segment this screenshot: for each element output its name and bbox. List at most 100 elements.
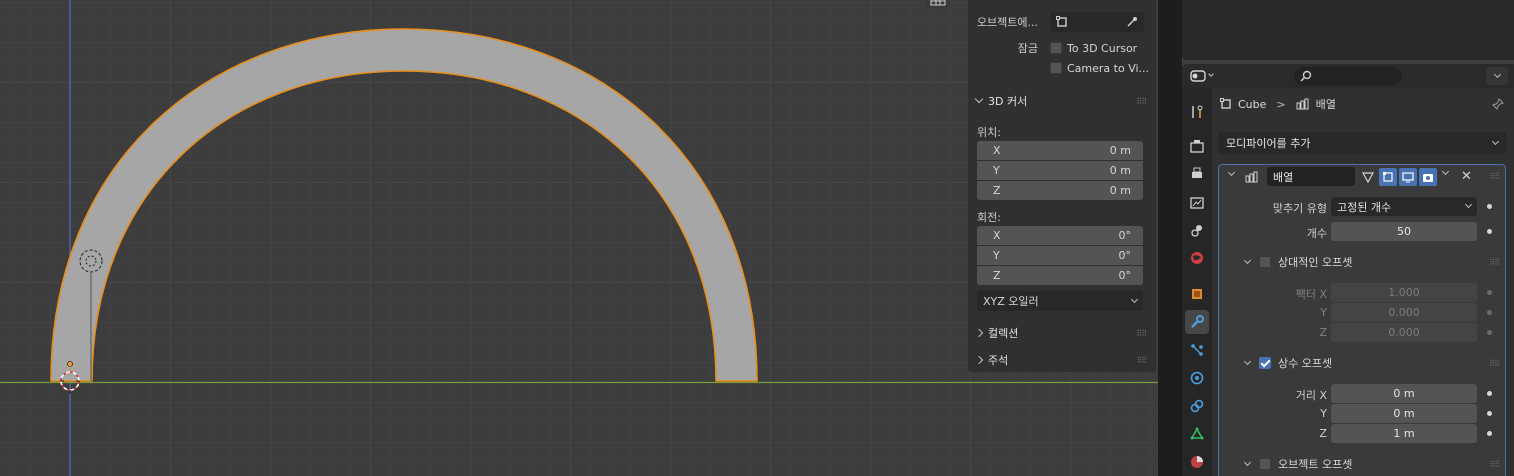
constant-offset-checkbox[interactable] <box>1259 357 1271 369</box>
drag-grip-icon[interactable]: ⠿⠿ <box>1136 97 1147 106</box>
search-field[interactable] <box>1294 67 1402 85</box>
realtime-display-icon[interactable] <box>1399 168 1417 186</box>
camera-to-view-checkbox[interactable]: Camera to Vi... <box>1050 62 1149 75</box>
count-row: 개수 50 <box>1219 222 1505 242</box>
sidebar-n-panel: 오브젝트에... 잠금 To 3D Cursor Camera to Vi...… <box>968 0 1156 372</box>
data-icon[interactable] <box>1185 422 1209 446</box>
chevron-down-icon <box>974 94 984 104</box>
add-modifier-dropdown[interactable]: 모디파이어를 추가 <box>1218 132 1506 154</box>
keyframe-dot-icon[interactable] <box>1487 310 1492 315</box>
drag-grip-icon[interactable]: ⠿⠿ <box>1489 359 1500 368</box>
area-divider[interactable] <box>1158 0 1182 476</box>
rotation-x-field[interactable]: X 0° <box>977 226 1143 245</box>
render-icon[interactable] <box>1185 134 1209 158</box>
search-icon <box>1300 70 1312 82</box>
drag-grip-icon[interactable]: ⠿⠿ <box>1489 172 1500 181</box>
object-offset-subpanel-header[interactable]: 오브젝트 오프셋 ⠿⠿ <box>1219 453 1505 475</box>
render-camera-icon[interactable] <box>1419 168 1437 186</box>
factor-x-field[interactable]: 1.000 <box>1331 283 1477 302</box>
output-icon[interactable] <box>1185 162 1209 186</box>
factor-y-field[interactable]: 0.000 <box>1331 303 1477 322</box>
lock-label: 잠금 <box>1017 42 1038 55</box>
chevron-right-icon <box>974 328 984 338</box>
scene-icon[interactable] <box>1185 218 1209 242</box>
breadcrumb-object: Cube <box>1238 97 1267 111</box>
object-icon[interactable] <box>1185 282 1209 306</box>
options-dropdown-button[interactable] <box>1486 67 1508 85</box>
relative-offset-subpanel-header[interactable]: 상대적인 오프셋 ⠿⠿ <box>1219 251 1505 273</box>
remove-modifier-close-icon[interactable]: ✕ <box>1461 169 1472 184</box>
object-field[interactable] <box>1050 12 1144 32</box>
world-icon[interactable] <box>1185 246 1209 270</box>
material-icon[interactable] <box>1185 450 1209 474</box>
keyframe-dot-icon[interactable] <box>1487 411 1492 416</box>
distance-x-row: 거리 X 0 m <box>1219 384 1505 404</box>
rotation-z-field[interactable]: Z 0° <box>977 266 1143 285</box>
rotation-label: 회전: <box>977 211 1001 224</box>
location-x-field[interactable]: X0 m <box>977 141 1143 160</box>
particles-icon[interactable] <box>1185 338 1209 362</box>
location-z-field[interactable]: Z0 m <box>977 181 1143 200</box>
view-layer-icon[interactable] <box>1185 190 1209 214</box>
array-modifier-icon <box>1296 98 1309 110</box>
location-y-field[interactable]: Y0 m <box>977 161 1143 180</box>
chevron-down-icon <box>1130 295 1139 303</box>
eyedropper-icon[interactable] <box>1126 16 1138 28</box>
pin-icon[interactable] <box>1492 98 1504 113</box>
array-arch-mesh[interactable] <box>50 28 758 382</box>
factor-y-row: Y 0.000 <box>1219 303 1505 323</box>
drag-grip-icon[interactable]: ⠿⠿ <box>1136 356 1147 365</box>
modifier-header: 배열 ✕ ⠿⠿ <box>1219 165 1505 189</box>
factor-z-field[interactable]: 0.000 <box>1331 323 1477 342</box>
object-offset-checkbox[interactable] <box>1259 458 1271 470</box>
keyframe-dot-icon[interactable] <box>1487 290 1492 295</box>
cursor-rotation-vector: X 0° Y 0° Z 0° <box>977 226 1143 286</box>
properties-editor-icon <box>1190 70 1206 82</box>
distance-y-field[interactable]: 0 m <box>1331 404 1477 423</box>
editor-type-selector[interactable] <box>1190 67 1222 85</box>
properties-header <box>1182 64 1514 88</box>
tool-icon[interactable] <box>1185 100 1209 124</box>
drag-grip-icon[interactable]: ⠿⠿ <box>1136 329 1147 338</box>
chevron-down-icon <box>1243 357 1252 365</box>
chevron-down-icon <box>1464 200 1473 209</box>
outliner-area[interactable] <box>1182 0 1514 60</box>
object-icon <box>1056 16 1067 27</box>
rotation-y-field[interactable]: Y 0° <box>977 246 1143 265</box>
drag-grip-icon[interactable]: ⠿⠿ <box>1489 460 1500 469</box>
rotation-mode-dropdown[interactable]: XYZ 오일러 <box>977 291 1143 311</box>
distance-x-field[interactable]: 0 m <box>1331 384 1477 403</box>
keyframe-dot-icon[interactable] <box>1487 229 1492 234</box>
keyframe-dot-icon[interactable] <box>1487 204 1492 209</box>
annotation-panel-header[interactable]: 주석 ⠿⠿ <box>968 348 1156 372</box>
keyframe-dot-icon[interactable] <box>1487 330 1492 335</box>
keyframe-dot-icon[interactable] <box>1487 431 1492 436</box>
cursor-location-vector: X0 m Y0 m Z0 m <box>977 141 1143 201</box>
modifier-name-field[interactable]: 배열 <box>1267 167 1355 186</box>
fit-type-dropdown[interactable]: 고정된 개수 <box>1331 197 1477 216</box>
breadcrumb-modifier: 배열 <box>1315 98 1336 111</box>
constant-offset-subpanel-header[interactable]: 상수 오프셋 ⠿⠿ <box>1219 352 1505 374</box>
distance-z-field[interactable]: 1 m <box>1331 424 1477 443</box>
constraints-icon[interactable] <box>1185 394 1209 418</box>
3d-cursor-panel-header[interactable]: 3D 커서 ⠿⠿ <box>968 89 1156 113</box>
edit-mode-icon[interactable] <box>1379 168 1397 186</box>
modifier-icon[interactable] <box>1185 310 1209 334</box>
object-icon <box>1220 98 1231 109</box>
modifier-menu-chevron-icon[interactable] <box>1441 167 1450 176</box>
collapse-chevron-icon[interactable] <box>1227 168 1236 177</box>
collection-panel-header[interactable]: 컬렉션 ⠿⠿ <box>968 321 1156 345</box>
object-origin-dot <box>67 361 73 367</box>
properties-editor: Cube > 배열 모디파이어를 추가 배열 ✕ ⠿⠿ 맞추기 유형 고정된 개… <box>1182 64 1514 476</box>
chevron-right-icon <box>974 355 984 365</box>
drag-grip-icon[interactable]: ⠿⠿ <box>1489 258 1500 267</box>
keyframe-dot-icon[interactable] <box>1487 391 1492 396</box>
distance-y-row: Y 0 m <box>1219 404 1505 424</box>
physics-icon[interactable] <box>1185 366 1209 390</box>
to-3d-cursor-checkbox[interactable]: To 3D Cursor <box>1050 42 1137 55</box>
count-field[interactable]: 50 <box>1331 222 1477 241</box>
grid-view-icon[interactable] <box>926 0 950 8</box>
on-cage-icon[interactable] <box>1359 168 1377 186</box>
properties-content: Cube > 배열 모디파이어를 추가 배열 ✕ ⠿⠿ 맞추기 유형 고정된 개… <box>1212 88 1514 476</box>
relative-offset-checkbox[interactable] <box>1259 256 1271 268</box>
